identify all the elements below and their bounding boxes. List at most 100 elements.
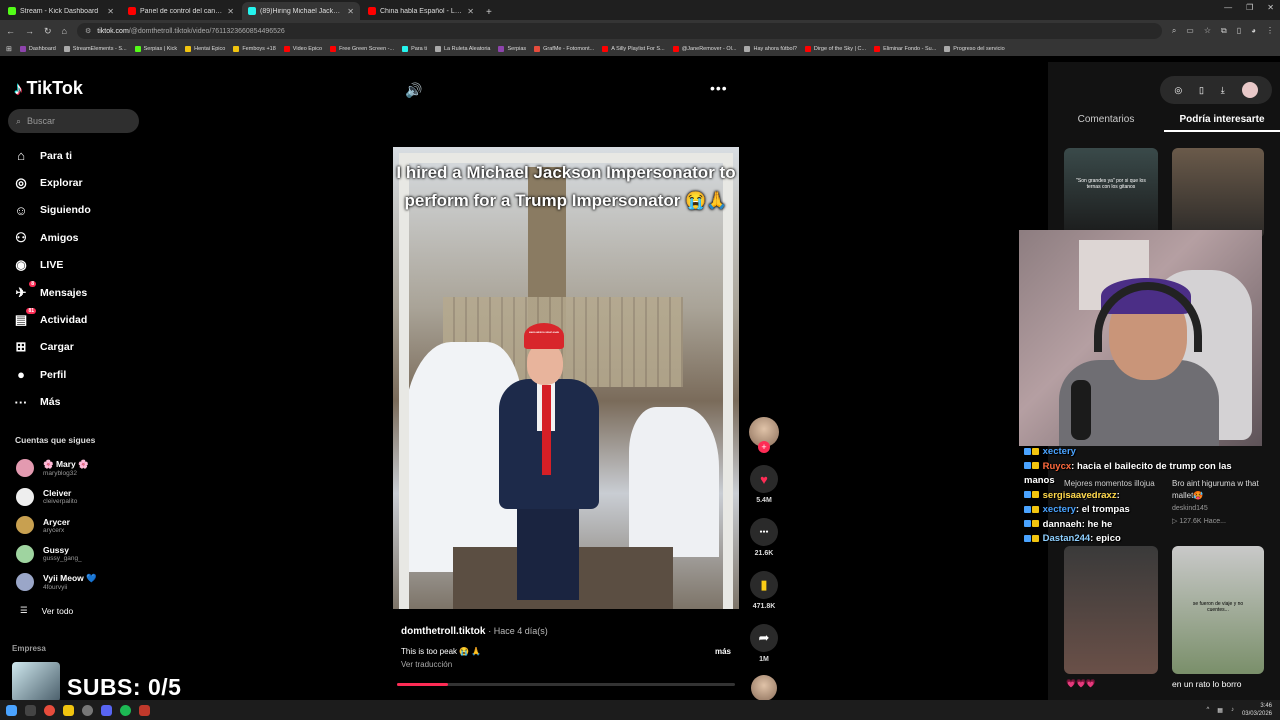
hat-text: MAKE AMERICA GREAT AGAIN xyxy=(529,332,559,334)
panel-tab[interactable]: Podría interesarte xyxy=(1164,114,1280,132)
creator-avatar[interactable]: + xyxy=(749,417,779,453)
clock[interactable]: 3:46 03/03/2026 xyxy=(1242,702,1272,718)
tray-chevron-icon[interactable]: ^ xyxy=(1206,707,1209,713)
compass-small-icon[interactable]: ◎ xyxy=(1174,85,1182,96)
chrome-icon[interactable] xyxy=(44,704,55,716)
user-avatar-icon[interactable] xyxy=(1241,82,1258,98)
tab-close-icon[interactable]: ✕ xyxy=(107,7,114,16)
heart-button[interactable]: ♥ xyxy=(750,465,778,493)
home-browser-icon[interactable]: ⌂ xyxy=(62,26,67,36)
following-account[interactable]: Arycer arycerx xyxy=(16,511,97,540)
video-player[interactable]: MAKE AMERICA GREAT AGAIN I hired a Micha… xyxy=(393,147,739,609)
back-icon[interactable]: ← xyxy=(6,26,15,36)
video-progress-bar[interactable] xyxy=(397,683,735,686)
bookmark-label: Free Green Screen -... xyxy=(339,46,395,52)
author-name[interactable]: domthetroll.tiktok xyxy=(401,626,485,637)
tiktok-logo[interactable]: ♪ TikTok xyxy=(14,78,83,99)
tab-close-icon[interactable]: ✕ xyxy=(467,7,474,16)
recommended-thumb-4[interactable]: se fueron de viaje y no cuentes... xyxy=(1172,546,1264,674)
url-field[interactable]: ⚙ tiktok.com/@domthetroll.tiktok/video/7… xyxy=(76,23,1162,39)
follow-plus-icon[interactable]: + xyxy=(758,441,770,453)
tab-close-icon[interactable]: ✕ xyxy=(347,7,354,16)
nav-item-amigos[interactable]: ⚇ Amigos xyxy=(12,224,91,251)
spotify-icon[interactable] xyxy=(120,704,131,716)
star-icon[interactable]: ☆ xyxy=(1204,26,1211,36)
zoom-icon[interactable]: ⌕ xyxy=(1172,26,1176,36)
cast-icon[interactable]: ▭ xyxy=(1186,26,1194,36)
bookmark-item[interactable]: La Ruleta Aleatoria xyxy=(435,46,490,52)
recommended-thumb-1[interactable]: "Son grandes ya" por si que los ternas c… xyxy=(1064,148,1158,238)
bookmark-item[interactable]: Serpias xyxy=(498,46,526,52)
bookmark-item[interactable]: Dashboard xyxy=(19,46,56,52)
bookmark-item[interactable]: Eliminar Fondo - Su... xyxy=(874,46,936,52)
comment-button[interactable]: ●●● xyxy=(750,518,778,546)
search-input[interactable]: ⌕ Buscar xyxy=(8,109,139,133)
bookmark-item[interactable]: Hay ahora fútbol? xyxy=(744,46,797,52)
following-account[interactable]: Vyii Meow 💙 4fourvyii xyxy=(16,568,97,597)
bookmark-button[interactable]: ▮ xyxy=(750,571,778,599)
profile-browser-icon[interactable]: ◕ xyxy=(1251,26,1256,36)
panel-tab[interactable]: Comentarios xyxy=(1048,114,1164,132)
forward-icon[interactable]: → xyxy=(25,26,34,36)
translate-link[interactable]: Ver traducción xyxy=(401,660,731,669)
nav-item-actividad[interactable]: ▤ 81 Actividad xyxy=(12,306,91,333)
bookmark-item[interactable]: Serpias | Kick xyxy=(134,46,177,52)
phone-icon[interactable]: ▯ xyxy=(1199,85,1204,96)
more-options-icon[interactable]: ••• xyxy=(710,80,728,96)
bookmark-item[interactable]: Progreso del servicio xyxy=(944,46,1005,52)
bookmark-item[interactable]: Free Green Screen -... xyxy=(330,46,394,52)
bookmark-item[interactable]: Para ti xyxy=(402,46,427,52)
menu-icon[interactable]: ⋮ xyxy=(1266,26,1274,36)
more-link[interactable]: más xyxy=(715,647,731,656)
site-info-icon[interactable]: ⚙ xyxy=(85,27,91,35)
recommended-thumb-2[interactable] xyxy=(1172,148,1264,238)
extensions-icon[interactable]: ⧉ xyxy=(1221,26,1227,36)
discord-icon[interactable] xyxy=(101,704,112,716)
reload-icon[interactable]: ↻ xyxy=(44,26,52,37)
following-account[interactable]: 🌸 Mary 🌸 maryblog32 xyxy=(16,454,97,483)
sound-icon[interactable]: ♪ xyxy=(1231,707,1234,713)
tab-close-icon[interactable]: ✕ xyxy=(227,7,234,16)
browser-tab[interactable]: (89)Hiring Michael Jackson Imp...✕ xyxy=(242,2,360,20)
nav-item-mensajes[interactable]: ✈ 8 Mensajes xyxy=(12,279,91,306)
bookmark-item[interactable]: A Silly Playlist For S... xyxy=(602,46,665,52)
account-handle: 4fourvyii xyxy=(43,584,68,592)
browser-tab[interactable]: China habla Español - Los secre... ✕ xyxy=(362,2,480,20)
nav-item-explorar[interactable]: ◎ Explorar xyxy=(12,169,91,196)
nav-item-live[interactable]: ◉ LIVE xyxy=(12,252,91,279)
nav-item-ms[interactable]: ··· Más xyxy=(12,389,91,416)
bookmark-item[interactable]: Video Epico xyxy=(283,46,322,52)
recommended-thumb-3[interactable] xyxy=(1064,546,1158,674)
new-tab-icon[interactable]: + xyxy=(480,7,498,20)
obs-icon[interactable] xyxy=(82,704,93,716)
bookmark-item[interactable]: GrafMe - Fotomont... xyxy=(534,46,594,52)
app-icon[interactable] xyxy=(139,704,150,716)
start-icon[interactable] xyxy=(6,704,17,716)
network-icon[interactable]: ▦ xyxy=(1217,707,1223,714)
share-button[interactable]: ➦ xyxy=(750,624,778,652)
bookmark-item[interactable]: Hentai Epico xyxy=(185,46,225,52)
minimize-icon[interactable]: — xyxy=(1224,3,1232,12)
search-task-icon[interactable] xyxy=(25,704,36,716)
nav-item-parati[interactable]: ⌂ Para ti xyxy=(12,142,91,169)
see-all-button[interactable]: ☰ Ver todo xyxy=(20,605,73,616)
bookmark-item[interactable]: Femboys +18 xyxy=(233,46,276,52)
apps-icon[interactable]: ⊞ xyxy=(6,45,12,53)
sound-disc-avatar[interactable] xyxy=(751,675,777,701)
bookmark-item[interactable]: Dirge of the Sky | C... xyxy=(804,46,866,52)
bookmark-item[interactable]: StreamElements - S... xyxy=(63,46,127,52)
restore-icon[interactable]: ❐ xyxy=(1246,3,1253,12)
sidebar-toggle-icon[interactable]: ▯ xyxy=(1237,26,1241,36)
browser-tab[interactable]: Stream - Kick Dashboard ✕ xyxy=(2,2,120,20)
following-account[interactable]: Cleiver cleiverpalito xyxy=(16,483,97,512)
browser-tab[interactable]: Panel de control del canal - Yo... ✕ xyxy=(122,2,240,20)
nav-item-siguiendo[interactable]: ☺ Siguiendo xyxy=(12,197,90,224)
close-icon[interactable]: ✕ xyxy=(1267,3,1274,12)
download-icon[interactable]: ⤓ xyxy=(1221,85,1225,96)
nav-item-cargar[interactable]: ⊞ Cargar xyxy=(12,334,91,361)
nav-item-perfil[interactable]: ● Perfil xyxy=(12,361,91,388)
explorer-icon[interactable] xyxy=(63,704,74,716)
following-account[interactable]: Gussy gussy_gang_ xyxy=(16,540,97,569)
bookmark-item[interactable]: @JaneRemover - Ol... xyxy=(672,46,736,52)
volume-icon[interactable]: 🔊 xyxy=(405,82,422,99)
